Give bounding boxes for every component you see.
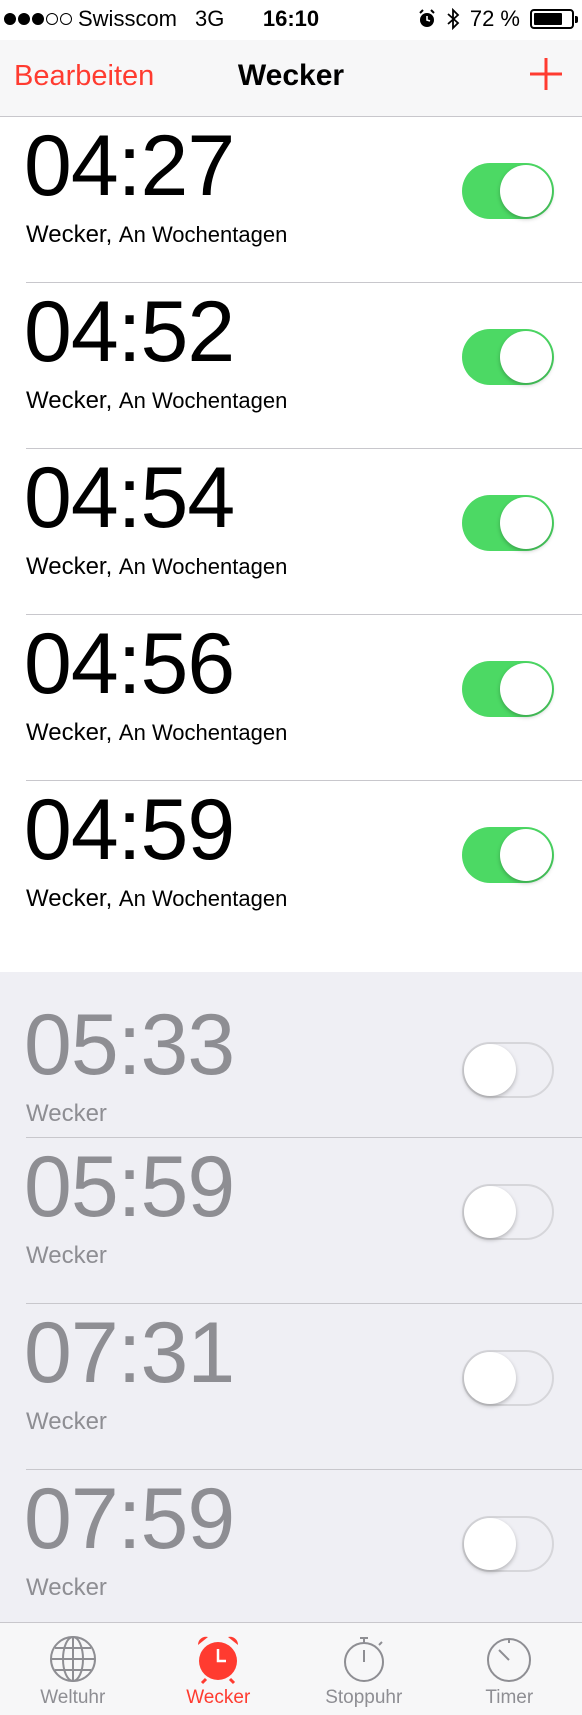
alarm-label: Wecker, xyxy=(26,221,113,248)
tab-bar: Weltuhr Wecker Stoppuhr Timer xyxy=(0,1622,582,1715)
alarm-toggle[interactable] xyxy=(462,661,554,717)
toggle-knob xyxy=(464,1186,516,1238)
alarm-time: 04:52 xyxy=(24,284,235,380)
globe-icon xyxy=(49,1636,96,1682)
alarm-repeat: An Wochentagen xyxy=(118,222,288,247)
alarm-toggle[interactable] xyxy=(462,1516,554,1572)
alarm-row[interactable]: 04:56 Wecker, An Wochentagen xyxy=(0,615,582,781)
alarm-row[interactable]: 07:31 Wecker xyxy=(0,1304,582,1470)
navigation-bar: Bearbeiten Wecker xyxy=(0,40,582,117)
alarm-label: Wecker, xyxy=(26,885,113,912)
timer-icon xyxy=(487,1638,532,1682)
alarm-row[interactable]: 05:59 Wecker xyxy=(0,1138,582,1304)
alarm-subtitle: Wecker, An Wochentagen xyxy=(26,719,287,747)
alarm-subtitle: Wecker xyxy=(26,1100,107,1128)
toggle-knob xyxy=(500,165,552,217)
alarm-row[interactable]: 04:27 Wecker, An Wochentagen xyxy=(0,117,582,283)
toggle-knob xyxy=(464,1352,516,1404)
alarm-toggle[interactable] xyxy=(462,1350,554,1406)
toggle-knob xyxy=(500,497,552,549)
alarm-indicator-icon xyxy=(419,9,435,27)
alarm-repeat: An Wochentagen xyxy=(118,388,288,413)
status-right: 72 % xyxy=(418,6,578,32)
tab-stoppuhr[interactable]: Stoppuhr xyxy=(291,1623,437,1715)
status-bar: Swisscom 3G 16:10 72 % xyxy=(0,0,582,40)
tab-label: Timer xyxy=(485,1687,534,1708)
alarm-toggle[interactable] xyxy=(462,1042,554,1098)
alarm-subtitle: Wecker xyxy=(26,1408,107,1436)
alarm-row[interactable]: 04:59 Wecker, An Wochentagen xyxy=(0,781,582,972)
alarm-time: 05:33 xyxy=(24,997,235,1093)
alarm-toggle[interactable] xyxy=(462,827,554,883)
alarm-subtitle: Wecker, An Wochentagen xyxy=(26,221,287,249)
alarm-repeat: An Wochentagen xyxy=(118,886,288,911)
tab-timer[interactable]: Timer xyxy=(437,1623,582,1715)
alarm-subtitle: Wecker xyxy=(26,1574,107,1602)
plus-icon[interactable] xyxy=(526,54,566,94)
toggle-knob xyxy=(500,829,552,881)
alarm-time: 04:27 xyxy=(24,118,235,214)
alarm-clock-icon xyxy=(198,1636,239,1685)
alarm-repeat: An Wochentagen xyxy=(118,720,288,745)
alarm-subtitle: Wecker, An Wochentagen xyxy=(26,387,287,415)
battery-percentage: 72 % xyxy=(469,6,520,31)
alarm-row[interactable]: 07:59 Wecker xyxy=(0,1470,582,1636)
alarm-label: Wecker xyxy=(26,1242,107,1269)
alarm-label: Wecker xyxy=(26,1574,107,1601)
alarm-subtitle: Wecker xyxy=(26,1242,107,1270)
alarm-toggle[interactable] xyxy=(462,1184,554,1240)
alarm-row[interactable]: 04:52 Wecker, An Wochentagen xyxy=(0,283,582,449)
tab-label: Weltuhr xyxy=(40,1687,106,1708)
toggle-knob xyxy=(464,1044,516,1096)
tab-label: Wecker xyxy=(186,1687,251,1708)
alarm-label: Wecker, xyxy=(26,553,113,580)
alarm-row[interactable]: 05:33 Wecker xyxy=(0,972,582,1138)
alarm-toggle[interactable] xyxy=(462,495,554,551)
alarm-row[interactable]: 04:54 Wecker, An Wochentagen xyxy=(0,449,582,615)
tab-label: Stoppuhr xyxy=(325,1687,403,1708)
alarm-time: 07:59 xyxy=(24,1471,235,1567)
page-title: Wecker xyxy=(237,59,345,92)
alarm-toggle[interactable] xyxy=(462,329,554,385)
alarm-label: Wecker, xyxy=(26,719,113,746)
toggle-knob xyxy=(500,331,552,383)
alarm-subtitle: Wecker, An Wochentagen xyxy=(26,553,287,581)
toggle-knob xyxy=(500,663,552,715)
alarm-time: 04:56 xyxy=(24,616,235,712)
alarm-time: 04:54 xyxy=(24,450,235,546)
tab-weltuhr[interactable]: Weltuhr xyxy=(0,1623,146,1715)
battery-icon xyxy=(530,9,578,29)
alarm-label: Wecker xyxy=(26,1100,107,1127)
alarm-label: Wecker, xyxy=(26,387,113,414)
alarm-time: 07:31 xyxy=(24,1305,235,1401)
alarm-label: Wecker xyxy=(26,1408,107,1435)
alarm-list: 04:27 Wecker, An Wochentagen 04:52 Wecker, … xyxy=(0,117,582,1636)
alarm-subtitle: Wecker, An Wochentagen xyxy=(26,885,287,913)
toggle-knob xyxy=(464,1518,516,1570)
alarm-time: 04:59 xyxy=(24,782,235,878)
alarm-toggle[interactable] xyxy=(462,163,554,219)
alarm-time: 05:59 xyxy=(24,1139,235,1235)
bluetooth-icon xyxy=(447,8,460,30)
stopwatch-icon xyxy=(343,1637,384,1682)
tab-wecker[interactable]: Wecker xyxy=(146,1623,292,1715)
alarm-repeat: An Wochentagen xyxy=(118,554,288,579)
